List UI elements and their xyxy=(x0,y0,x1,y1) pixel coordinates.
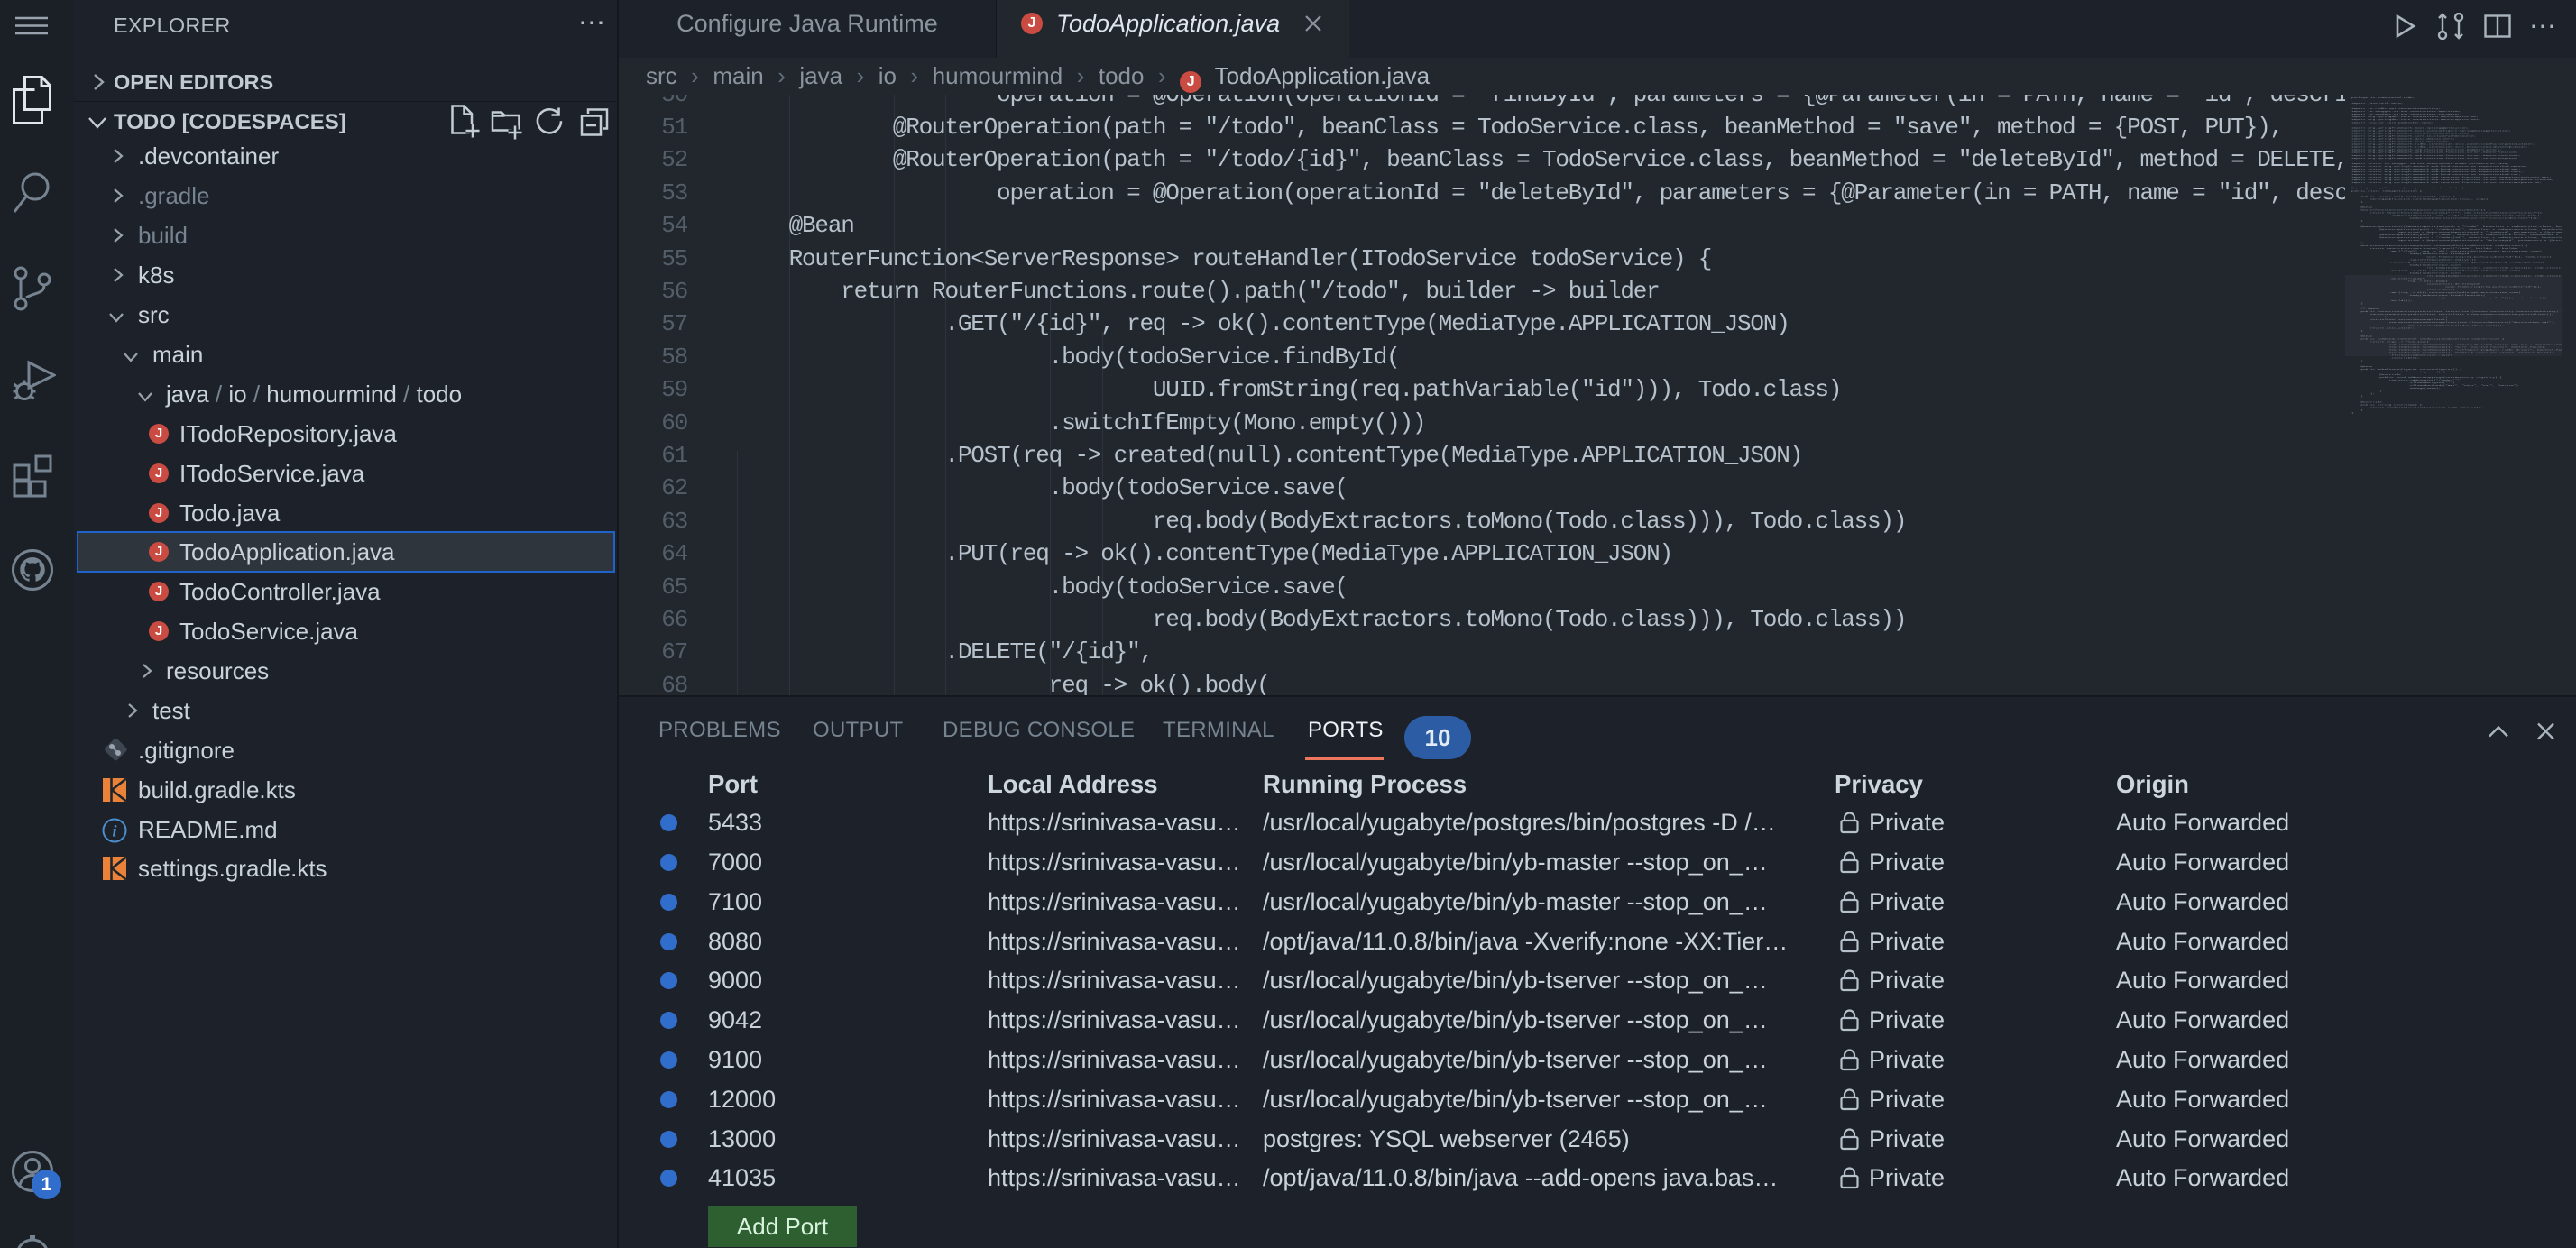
svg-text:i: i xyxy=(112,822,116,840)
